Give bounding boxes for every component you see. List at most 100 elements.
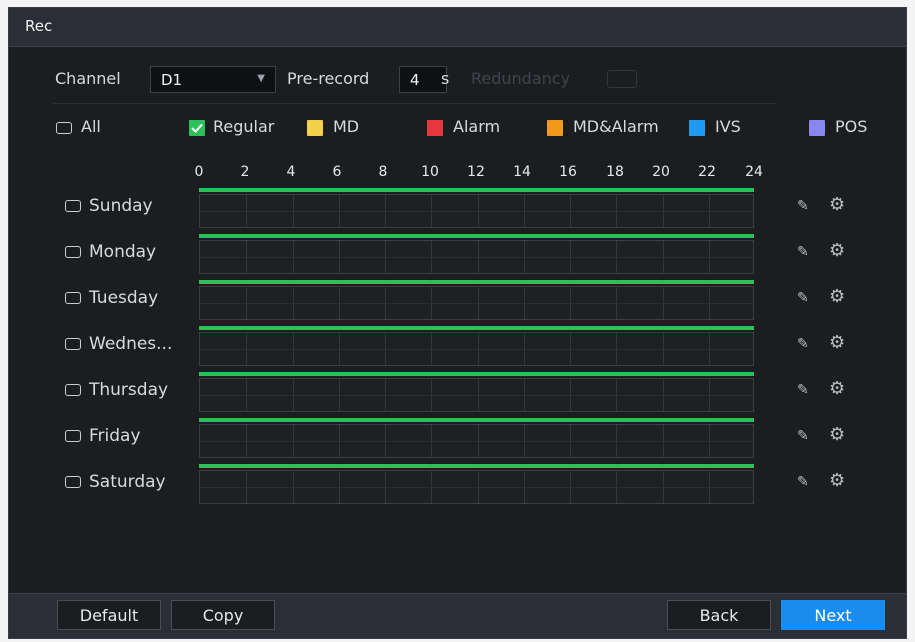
gear-icon[interactable]: ⚙ xyxy=(829,470,845,491)
regular-checkbox[interactable] xyxy=(189,120,205,136)
grid-line xyxy=(200,349,753,350)
channel-label: Channel xyxy=(55,69,121,88)
chevron-down-icon: ▼ xyxy=(257,73,265,84)
title-bar: Rec xyxy=(9,8,906,47)
timeline-grid[interactable] xyxy=(199,378,754,412)
day-row-wednesday: Wednes... ✎ ⚙ xyxy=(9,326,906,366)
tick-label: 0 xyxy=(194,164,204,180)
legend-mdalarm-swatch xyxy=(547,120,563,136)
day-checkbox[interactable] xyxy=(65,200,81,212)
tick-label: 20 xyxy=(652,164,670,180)
grid-line xyxy=(200,487,753,488)
timeline-grid[interactable] xyxy=(199,286,754,320)
tick-label: 2 xyxy=(240,164,250,180)
day-row-sunday: Sunday ✎ ⚙ xyxy=(9,188,906,228)
tick-label: 6 xyxy=(332,164,342,180)
tick-label: 14 xyxy=(513,164,531,180)
gear-icon[interactable]: ⚙ xyxy=(829,286,845,307)
all-label: All xyxy=(81,117,101,136)
day-checkbox[interactable] xyxy=(65,384,81,396)
schedule-bar xyxy=(199,326,754,330)
prerecord-label: Pre-record xyxy=(287,69,370,88)
day-checkbox[interactable] xyxy=(65,292,81,304)
all-checkbox[interactable] xyxy=(56,122,72,134)
day-label: Friday xyxy=(89,426,141,446)
day-row-thursday: Thursday ✎ ⚙ xyxy=(9,372,906,412)
tick-label: 22 xyxy=(698,164,716,180)
timeline-grid[interactable] xyxy=(199,194,754,228)
schedule-bar xyxy=(199,464,754,468)
footer-bar: Default Copy Back Next xyxy=(9,593,906,638)
gear-icon[interactable]: ⚙ xyxy=(829,424,845,445)
legend-ivs-label: IVS xyxy=(715,117,741,136)
legend-row: All Regular MD Alarm MD&Alarm IVS POS xyxy=(9,116,906,140)
schedule-bar xyxy=(199,280,754,284)
day-checkbox[interactable] xyxy=(65,476,81,488)
grid-line xyxy=(200,211,753,212)
schedule-bar xyxy=(199,418,754,422)
pencil-icon[interactable]: ✎ xyxy=(797,290,809,306)
legend-pos-label: POS xyxy=(835,117,868,136)
timeline-grid[interactable] xyxy=(199,332,754,366)
day-checkbox[interactable] xyxy=(65,338,81,350)
timeline-grid[interactable] xyxy=(199,240,754,274)
pencil-icon[interactable]: ✎ xyxy=(797,244,809,260)
pencil-icon[interactable]: ✎ xyxy=(797,382,809,398)
gear-icon[interactable]: ⚙ xyxy=(829,378,845,399)
pencil-icon[interactable]: ✎ xyxy=(797,428,809,444)
channel-value: D1 xyxy=(161,71,183,89)
grid-line xyxy=(200,257,753,258)
day-label: Sunday xyxy=(89,196,153,216)
grid-line xyxy=(200,395,753,396)
legend-mdalarm-label: MD&Alarm xyxy=(573,117,659,136)
day-checkbox[interactable] xyxy=(65,246,81,258)
copy-button[interactable]: Copy xyxy=(171,600,275,630)
day-checkbox[interactable] xyxy=(65,430,81,442)
legend-ivs-swatch xyxy=(689,120,705,136)
day-label: Wednes... xyxy=(89,334,173,354)
back-button[interactable]: Back xyxy=(667,600,771,630)
pencil-icon[interactable]: ✎ xyxy=(797,336,809,352)
gear-icon[interactable]: ⚙ xyxy=(829,194,845,215)
day-row-monday: Monday ✎ ⚙ xyxy=(9,234,906,274)
grid-line xyxy=(200,441,753,442)
gear-icon[interactable]: ⚙ xyxy=(829,240,845,261)
default-button[interactable]: Default xyxy=(57,600,161,630)
tick-label: 18 xyxy=(606,164,624,180)
redundancy-toggle xyxy=(607,70,637,88)
timeline-grid[interactable] xyxy=(199,424,754,458)
tick-label: 4 xyxy=(286,164,296,180)
settings-row: Channel D1 ▼ Pre-record 4 s Redundancy xyxy=(9,66,906,96)
prerecord-input[interactable]: 4 xyxy=(399,66,447,93)
prerecord-unit: s xyxy=(441,69,450,88)
divider xyxy=(53,103,776,104)
schedule-bar xyxy=(199,372,754,376)
rec-window: Rec Channel D1 ▼ Pre-record 4 s Redundan… xyxy=(8,7,907,639)
tick-label: 10 xyxy=(421,164,439,180)
legend-md-label: MD xyxy=(333,117,360,136)
tick-label: 24 xyxy=(745,164,763,180)
pencil-icon[interactable]: ✎ xyxy=(797,198,809,214)
pencil-icon[interactable]: ✎ xyxy=(797,474,809,490)
tick-label: 16 xyxy=(559,164,577,180)
prerecord-value: 4 xyxy=(410,71,420,89)
day-label: Saturday xyxy=(89,472,166,492)
gear-icon[interactable]: ⚙ xyxy=(829,332,845,353)
legend-md-swatch xyxy=(307,120,323,136)
channel-select[interactable]: D1 ▼ xyxy=(150,66,276,93)
check-icon xyxy=(191,123,203,133)
timeline-grid[interactable] xyxy=(199,470,754,504)
day-row-friday: Friday ✎ ⚙ xyxy=(9,418,906,458)
schedule-bar xyxy=(199,234,754,238)
day-label: Tuesday xyxy=(89,288,159,308)
legend-alarm-label: Alarm xyxy=(453,117,501,136)
redundancy-label: Redundancy xyxy=(471,69,571,88)
day-row-tuesday: Tuesday ✎ ⚙ xyxy=(9,280,906,320)
tick-label: 8 xyxy=(378,164,388,180)
day-row-saturday: Saturday ✎ ⚙ xyxy=(9,464,906,504)
legend-regular-label: Regular xyxy=(213,117,275,136)
next-button[interactable]: Next xyxy=(781,600,885,630)
window-title: Rec xyxy=(25,17,53,35)
legend-alarm-swatch xyxy=(427,120,443,136)
grid-line xyxy=(200,303,753,304)
